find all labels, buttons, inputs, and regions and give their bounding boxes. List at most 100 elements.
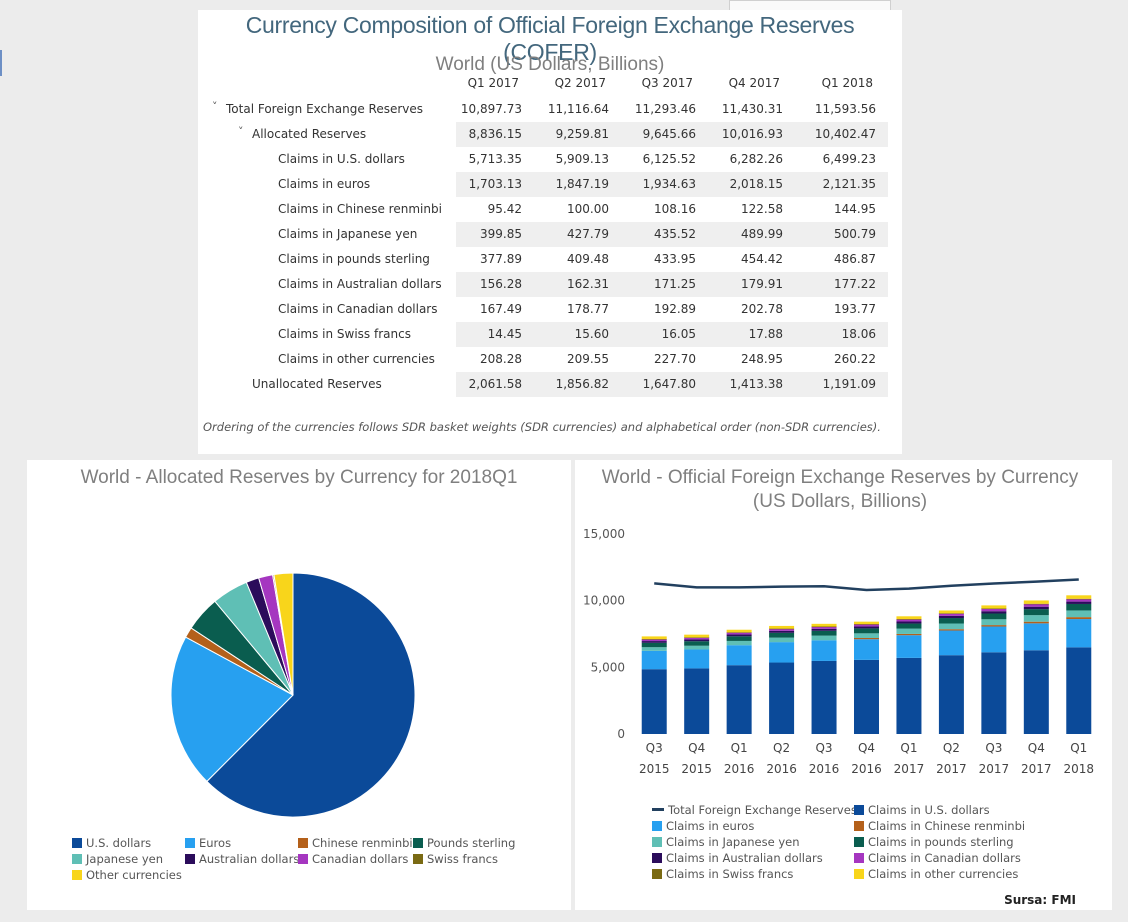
pie-legend-item[interactable]: Euros [185, 836, 231, 850]
pie-legend-item[interactable]: Chinese renminbi [298, 836, 413, 850]
bar-segment-gbp[interactable] [854, 628, 879, 634]
bar-segment-gbp[interactable] [641, 642, 667, 648]
bar-segment-chf[interactable] [769, 628, 795, 630]
bar-segment-cny[interactable] [1066, 617, 1092, 620]
bar-legend-item[interactable]: Claims in Australian dollars [652, 851, 823, 865]
bar-legend-item[interactable]: Claims in Japanese yen [652, 835, 800, 849]
bar-segment-usd[interactable] [1023, 650, 1049, 734]
bar-legend-item[interactable]: Claims in other currencies [854, 867, 1018, 881]
bar-segment-gbp[interactable] [981, 613, 1007, 620]
bar-segment-cny[interactable] [896, 633, 922, 636]
bar-segment-gbp[interactable] [1066, 603, 1092, 611]
bar-legend-item[interactable]: Claims in Canadian dollars [854, 851, 1021, 865]
bar-segment-eur[interactable] [726, 645, 752, 666]
bar-segment-gbp[interactable] [726, 636, 752, 641]
bar-segment-other[interactable] [1066, 595, 1092, 599]
bar-segment-cad[interactable] [1023, 604, 1049, 607]
bar-segment-jpy[interactable] [726, 640, 752, 646]
bar-segment-other[interactable] [938, 610, 964, 614]
bar-segment-chf[interactable] [981, 608, 1007, 610]
bar-legend-item[interactable]: Claims in Swiss francs [652, 867, 793, 881]
bar-segment-cny[interactable] [938, 629, 964, 631]
bar-segment-other[interactable] [811, 623, 837, 627]
bar-segment-other[interactable] [854, 621, 879, 625]
pie-legend-item[interactable]: U.S. dollars [72, 836, 151, 850]
bar-segment-usd[interactable] [854, 659, 879, 734]
bar-segment-eur[interactable] [896, 635, 922, 658]
bar-segment-cny[interactable] [981, 625, 1007, 627]
bar-segment-other[interactable] [769, 625, 795, 629]
expand-chevron-icon[interactable]: ˅ [212, 100, 218, 113]
bar-segment-usd[interactable] [769, 662, 795, 734]
bar-segment-usd[interactable] [938, 655, 964, 734]
bar-segment-aud[interactable] [1023, 606, 1049, 610]
bar-segment-eur[interactable] [1066, 619, 1092, 648]
bar-segment-usd[interactable] [726, 665, 752, 734]
bar-segment-chf[interactable] [896, 619, 922, 620]
bar-segment-aud[interactable] [896, 621, 922, 624]
table-row[interactable]: ˅ Allocated Reserves 8,836.15 9,259.81 9,645… [198, 122, 888, 147]
bar-segment-chf[interactable] [938, 613, 964, 614]
bar-segment-aud[interactable] [811, 628, 837, 631]
bar-legend-item[interactable]: Claims in U.S. dollars [854, 803, 990, 817]
bar-segment-cny[interactable] [1023, 621, 1049, 624]
bar-segment-chf[interactable] [1066, 598, 1092, 600]
bar-segment-eur[interactable] [1023, 623, 1049, 651]
bar-segment-other[interactable] [1023, 600, 1049, 604]
bar-segment-other[interactable] [981, 605, 1007, 609]
bar-segment-aud[interactable] [854, 626, 879, 629]
bar-segment-usd[interactable] [981, 652, 1007, 734]
bar-segment-jpy[interactable] [684, 645, 710, 650]
bar-segment-gbp[interactable] [1023, 609, 1049, 616]
bar-segment-usd[interactable] [811, 660, 837, 734]
bar-segment-aud[interactable] [1066, 601, 1092, 604]
bar-segment-jpy[interactable] [854, 633, 879, 638]
bar-segment-aud[interactable] [684, 639, 710, 642]
bar-segment-cad[interactable] [1066, 599, 1092, 602]
pie-legend-item[interactable]: Other currencies [72, 868, 182, 882]
total-reserves-line[interactable] [654, 578, 1079, 592]
bar-segment-jpy[interactable] [641, 647, 667, 651]
bar-segment-aud[interactable] [938, 615, 964, 619]
bar-segment-gbp[interactable] [769, 632, 795, 638]
bar-segment-chf[interactable] [641, 639, 667, 640]
bar-segment-aud[interactable] [641, 641, 667, 643]
bar-segment-jpy[interactable] [896, 628, 922, 634]
bar-segment-chf[interactable] [854, 624, 879, 625]
bar-segment-other[interactable] [641, 636, 667, 640]
bar-segment-gbp[interactable] [684, 641, 710, 646]
bar-segment-aud[interactable] [769, 630, 795, 633]
bar-segment-gbp[interactable] [896, 623, 922, 629]
bar-segment-cny[interactable] [854, 638, 879, 640]
bar-legend-item[interactable]: Total Foreign Exchange Reserves [652, 803, 857, 817]
table-row[interactable]: ˅ Total Foreign Exchange Reserves 10,897.7… [198, 97, 888, 122]
bar-segment-other[interactable] [684, 634, 710, 638]
pie-legend-item[interactable]: Australian dollars [185, 852, 299, 866]
bar-segment-jpy[interactable] [1066, 610, 1092, 618]
bar-segment-other[interactable] [896, 616, 922, 620]
pie-legend-item[interactable]: Swiss francs [413, 852, 498, 866]
bar-segment-eur[interactable] [938, 630, 964, 656]
bar-segment-eur[interactable] [684, 649, 710, 669]
bar-segment-gbp[interactable] [938, 618, 964, 624]
bar-segment-eur[interactable] [854, 639, 879, 660]
bar-segment-jpy[interactable] [1023, 615, 1049, 622]
bar-segment-other[interactable] [726, 629, 752, 633]
bar-segment-gbp[interactable] [811, 630, 837, 636]
bar-segment-jpy[interactable] [811, 635, 837, 641]
bar-segment-jpy[interactable] [938, 623, 964, 630]
bar-segment-jpy[interactable] [981, 619, 1007, 626]
bar-segment-eur[interactable] [769, 642, 795, 663]
bar-segment-usd[interactable] [1066, 647, 1092, 734]
bar-segment-chf[interactable] [811, 626, 837, 628]
expand-chevron-icon[interactable]: ˅ [238, 125, 244, 138]
bar-segment-jpy[interactable] [769, 637, 795, 643]
bar-segment-eur[interactable] [641, 650, 667, 670]
pie-legend-item[interactable]: Canadian dollars [298, 852, 408, 866]
bar-legend-item[interactable]: Claims in Chinese renminbi [854, 819, 1025, 833]
bar-segment-aud[interactable] [726, 634, 752, 637]
bar-segment-chf[interactable] [1023, 603, 1049, 605]
pie-legend-item[interactable]: Pounds sterling [413, 836, 515, 850]
bar-segment-usd[interactable] [684, 668, 710, 734]
bar-segment-eur[interactable] [811, 640, 837, 661]
